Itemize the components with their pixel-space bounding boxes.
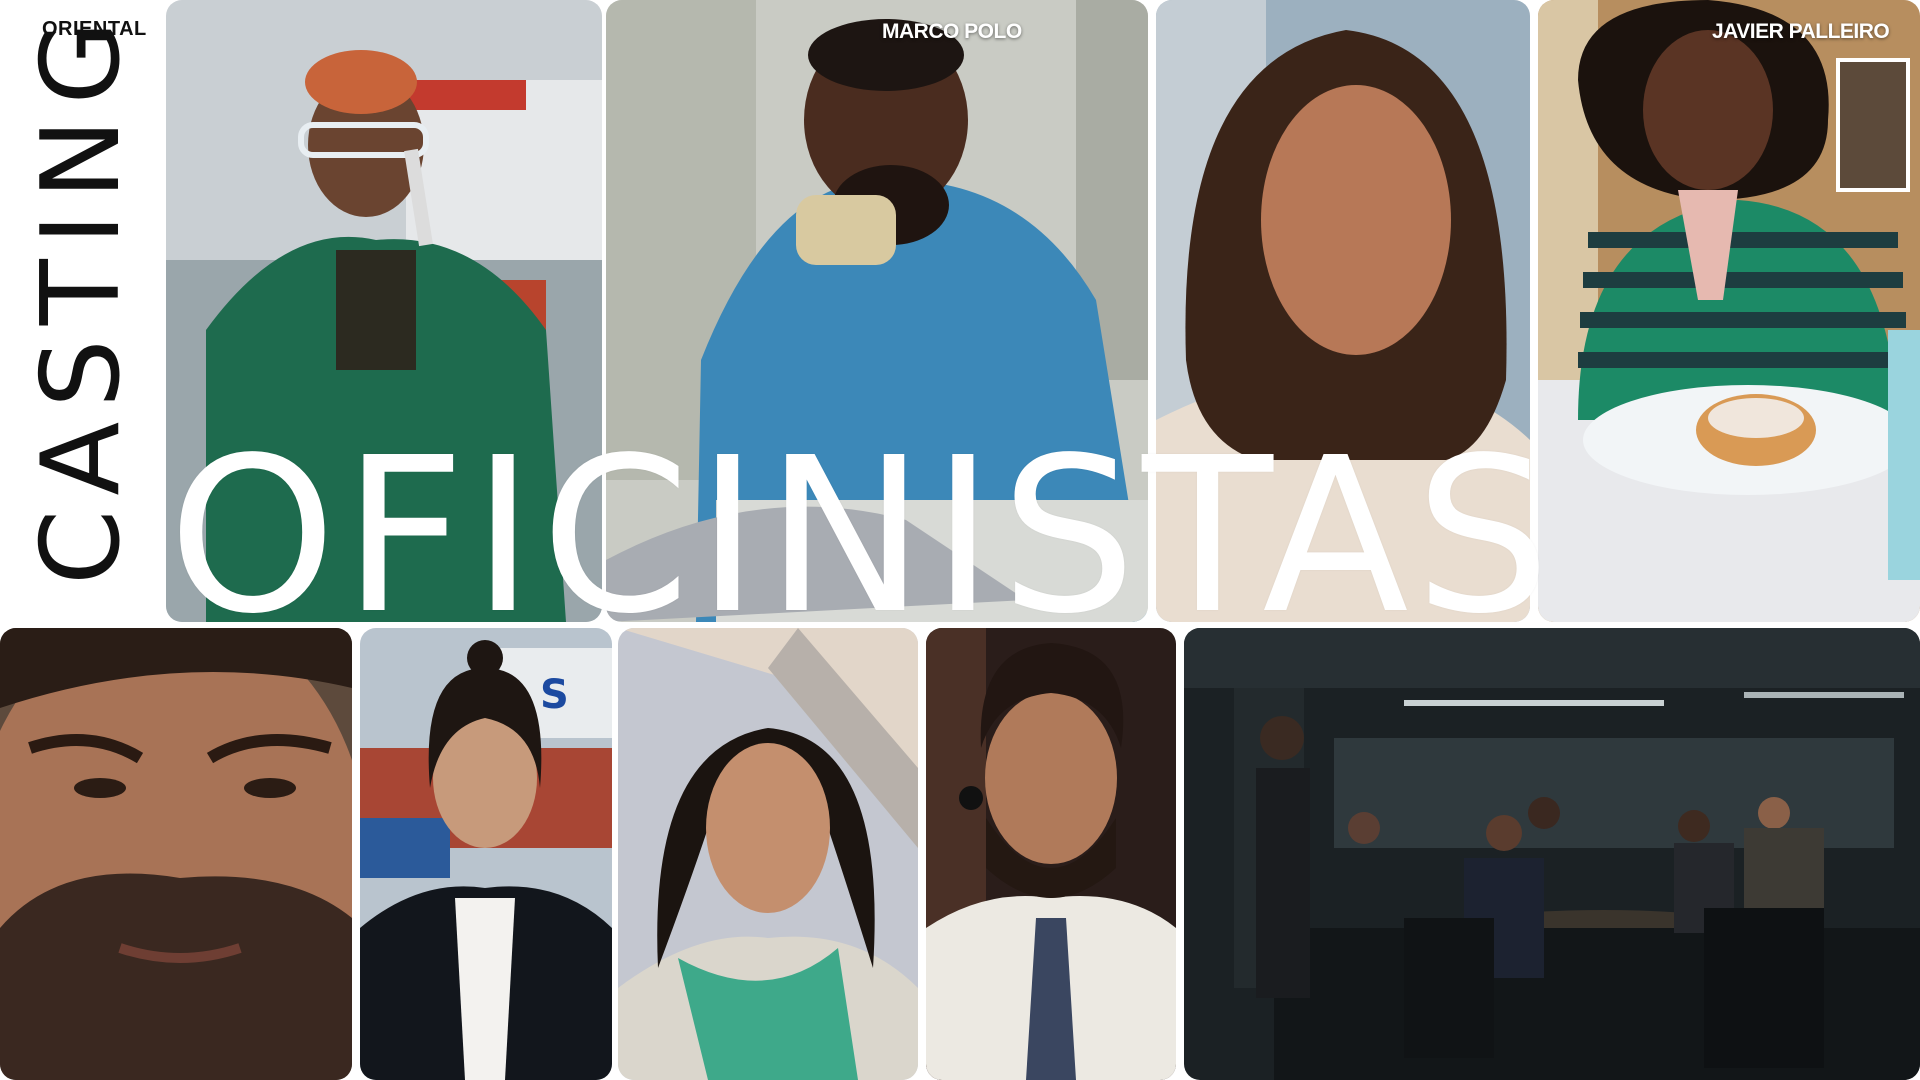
photo-woman-scarf [618,628,918,1080]
photo-man-headset [926,628,1176,1080]
credit-javier-palleiro: JAVIER PALLEIRO [1712,20,1890,43]
photo-bearded-man-closeup [0,628,352,1080]
photo-woman-donut: JAVIER PALLEIRO [1538,0,1920,622]
headline: OFICINISTAS [168,412,1557,661]
vertical-title: CASTING [19,6,144,585]
svg-text:S: S [540,672,569,718]
photo-office-meeting [1184,628,1920,1080]
photo-woman-suit: S [360,628,612,1080]
credit-marco-polo: MARCO POLO [882,20,1022,43]
